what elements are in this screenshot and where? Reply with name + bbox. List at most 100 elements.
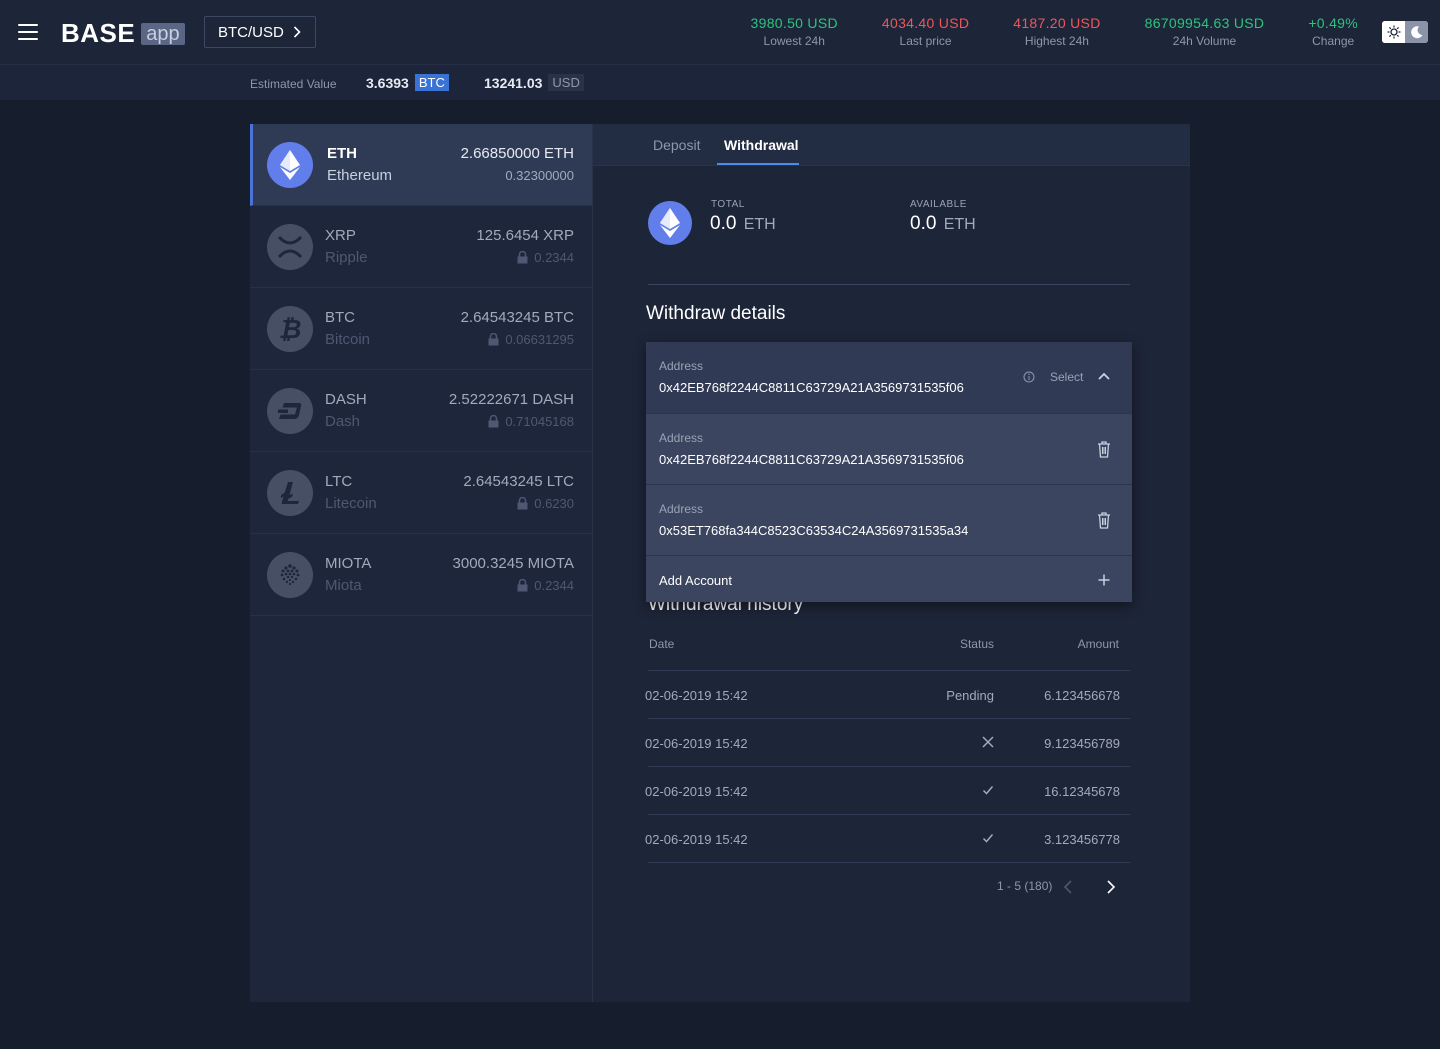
wallet-name: Miota bbox=[325, 577, 362, 594]
wallet-item-xrp[interactable]: XRP Ripple 125.6454 XRP 0.2344 bbox=[250, 206, 592, 288]
wallet-locked: 0.32300000 bbox=[505, 168, 574, 183]
stat-value: 4034.40 USD bbox=[881, 15, 970, 31]
total-amount: 0.0 bbox=[710, 213, 737, 234]
address-label: Address bbox=[659, 359, 704, 373]
available-amount: 0.0 bbox=[910, 213, 937, 234]
address-value: 0x53ET768fa344C8523C63534C24A3569731535a… bbox=[659, 523, 969, 538]
logo[interactable]: BASE app bbox=[61, 18, 185, 49]
stat-value: 3980.50 USD bbox=[750, 15, 838, 31]
address-value: 0x42EB768f2244C8811C63729A21A3569731535f… bbox=[659, 452, 964, 467]
wallet-locked: 0.2344 bbox=[517, 250, 574, 265]
moon-icon[interactable] bbox=[1405, 21, 1428, 43]
wallet-name: Ripple bbox=[325, 249, 368, 266]
locked-amount: 0.06631295 bbox=[505, 332, 574, 347]
wallet-balance: 2.64543245 LTC bbox=[463, 473, 574, 490]
tab-bar: Deposit Withdrawal bbox=[593, 124, 1190, 166]
locked-amount: 0.32300000 bbox=[505, 168, 574, 183]
pair-selector-button[interactable]: BTC/USD bbox=[204, 16, 316, 48]
row-amount: 6.123456678 bbox=[1044, 688, 1120, 703]
stat-label: Last price bbox=[899, 34, 952, 48]
chevron-right-icon[interactable] bbox=[1106, 880, 1116, 894]
wallet-locked: 0.71045168 bbox=[488, 414, 574, 429]
btc-unit-badge: BTC bbox=[414, 74, 449, 91]
wallet-item-miota[interactable]: MIOTA Miota 3000.3245 MIOTA 0.2344 bbox=[250, 534, 592, 616]
logo-text: BASE bbox=[61, 18, 136, 48]
close-icon bbox=[982, 736, 994, 748]
address-label: Address bbox=[659, 502, 704, 516]
top-bar: BASE app BTC/USD 3980.50 USD Lowest 24h … bbox=[0, 0, 1440, 64]
address-option[interactable]: Address 0x53ET768fa344C8523C63534C24A356… bbox=[646, 484, 1132, 555]
lock-icon bbox=[517, 579, 528, 592]
total-value: 0.0 ETH bbox=[710, 213, 776, 235]
row-date: 02-06-2019 15:42 bbox=[645, 688, 748, 703]
stat-lowest: 3980.50 USD Lowest 24h bbox=[751, 15, 838, 48]
wallet-symbol: LTC bbox=[325, 473, 353, 490]
tab-withdrawal[interactable]: Withdrawal bbox=[724, 137, 799, 153]
trash-icon[interactable] bbox=[1097, 511, 1111, 529]
select-button[interactable]: Select bbox=[1050, 370, 1083, 384]
locked-amount: 0.6230 bbox=[534, 496, 574, 511]
lock-icon bbox=[488, 415, 499, 428]
stat-value: 4187.20 USD bbox=[1013, 15, 1101, 31]
theme-toggle[interactable] bbox=[1382, 21, 1428, 43]
selected-address: 0x42EB768f2244C8811C63729A21A3569731535f… bbox=[659, 380, 964, 395]
lock-icon bbox=[517, 251, 528, 264]
wallet-symbol: MIOTA bbox=[325, 555, 372, 572]
stat-label: Highest 24h bbox=[1024, 34, 1089, 48]
row-status: Pending bbox=[946, 688, 994, 703]
wallet-symbol: BTC bbox=[325, 309, 355, 326]
trash-icon[interactable] bbox=[1097, 440, 1111, 458]
sun-icon[interactable] bbox=[1382, 21, 1405, 43]
available-value: 0.0 ETH bbox=[910, 213, 976, 235]
wallet-symbol: XRP bbox=[325, 227, 356, 244]
row-amount: 16.12345678 bbox=[1044, 784, 1120, 799]
table-row: 02-06-2019 15:42 Pending 6.123456678 bbox=[645, 670, 1130, 718]
add-account-button[interactable]: Add Account bbox=[646, 555, 1132, 602]
column-header-status: Status bbox=[959, 637, 994, 651]
wallet-name: Litecoin bbox=[325, 495, 377, 512]
address-select-field[interactable]: Address 0x42EB768f2244C8811C63729A21A356… bbox=[646, 342, 1132, 413]
row-date: 02-06-2019 15:42 bbox=[645, 784, 748, 799]
address-option[interactable]: Address 0x42EB768f2244C8811C63729A21A356… bbox=[646, 413, 1132, 484]
market-stats: 3980.50 USD Lowest 24h 4034.40 USD Last … bbox=[707, 15, 1358, 48]
address-dropdown: Address 0x42EB768f2244C8811C63729A21A356… bbox=[646, 342, 1132, 602]
wallet-locked: 0.6230 bbox=[517, 496, 574, 511]
chevron-up-icon[interactable] bbox=[1098, 372, 1110, 380]
check-icon bbox=[982, 786, 994, 795]
available-unit: ETH bbox=[943, 216, 976, 233]
wallet-symbol: ETH bbox=[327, 145, 357, 162]
menu-icon[interactable] bbox=[18, 24, 38, 40]
wallet-name: Ethereum bbox=[327, 167, 393, 184]
address-label: Address bbox=[659, 431, 704, 445]
add-account-label: Add Account bbox=[659, 573, 732, 588]
wallet-item-btc[interactable]: ₿ BTC Bitcoin 2.64543245 BTC 0.06631295 bbox=[250, 288, 592, 370]
chevron-left-icon[interactable] bbox=[1063, 880, 1073, 894]
locked-amount: 0.2344 bbox=[534, 250, 574, 265]
wallet-balance: 3000.3245 MIOTA bbox=[452, 555, 574, 572]
dash-icon bbox=[267, 388, 313, 434]
iota-icon bbox=[267, 552, 313, 598]
usd-unit-badge: USD bbox=[548, 74, 584, 91]
table-row: 02-06-2019 15:42 16.12345678 bbox=[645, 766, 1130, 814]
estimated-usd-value: 13241.03 bbox=[484, 74, 543, 91]
stat-label: 24h Volume bbox=[1172, 34, 1237, 48]
info-icon[interactable] bbox=[1023, 371, 1035, 383]
wallet-list: ETH Ethereum 2.66850000 ETH 0.32300000 X… bbox=[250, 124, 593, 1002]
wallet-name: Dash bbox=[325, 413, 361, 430]
stat-label: Lowest 24h bbox=[763, 34, 825, 48]
locked-amount: 0.2344 bbox=[534, 578, 574, 593]
stat-last-price: 4034.40 USD Last price bbox=[882, 15, 969, 48]
wallet-item-dash[interactable]: DASH Dash 2.52222671 DASH 0.71045168 bbox=[250, 370, 592, 452]
tab-deposit[interactable]: Deposit bbox=[653, 137, 700, 153]
wallet-item-ltc[interactable]: LTC Litecoin 2.64543245 LTC 0.6230 bbox=[250, 452, 592, 534]
wallet-item-eth[interactable]: ETH Ethereum 2.66850000 ETH 0.32300000 bbox=[250, 124, 592, 206]
estimated-usd: 13241.03 USD bbox=[484, 74, 584, 91]
withdraw-details-title: Withdraw details bbox=[646, 303, 786, 324]
row-date: 02-06-2019 15:42 bbox=[645, 832, 748, 847]
row-amount: 3.123456778 bbox=[1044, 832, 1120, 847]
logo-badge: app bbox=[141, 22, 185, 45]
wallet-balance: 2.52222671 DASH bbox=[448, 391, 574, 408]
row-date: 02-06-2019 15:42 bbox=[645, 736, 748, 751]
wallet-balance: 2.64543245 BTC bbox=[460, 309, 574, 326]
divider bbox=[648, 862, 1130, 863]
